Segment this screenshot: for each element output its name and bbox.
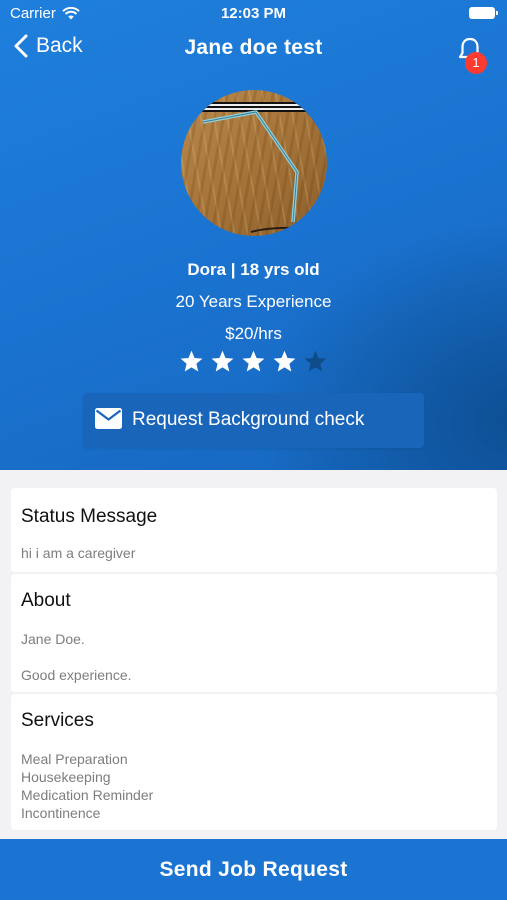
envelope-icon — [95, 408, 122, 429]
star-filled-icon — [211, 350, 234, 372]
background-check-label: Request Background check — [132, 409, 365, 430]
avatar — [181, 90, 327, 236]
battery-icon — [469, 7, 498, 19]
star-filled-icon — [273, 350, 296, 372]
page-title: Jane doe test — [184, 36, 323, 59]
hourly-rate: $20/hrs — [225, 324, 282, 343]
status-bar: Carrier 12:03 PM — [0, 0, 507, 28]
about-line-2: Good experience. — [21, 667, 132, 683]
notification-badge: 1 — [465, 52, 487, 74]
about-title: About — [21, 590, 71, 611]
send-job-request-button[interactable]: Send Job Request — [0, 839, 507, 900]
service-item: Medication Reminder — [21, 787, 154, 803]
navigation-bar: Back Jane doe test 1 — [0, 28, 507, 74]
services-card: Services Meal Preparation Housekeeping M… — [11, 694, 497, 830]
profile-header: Carrier 12:03 PM Back Jane doe test 1 Do… — [0, 0, 507, 470]
service-item: Incontinence — [21, 805, 101, 821]
service-item: Housekeeping — [21, 769, 111, 785]
status-time: 12:03 PM — [220, 5, 287, 22]
experience-text: 20 Years Experience — [175, 292, 332, 311]
star-empty-icon — [304, 350, 327, 372]
avatar-photo-cable — [202, 110, 322, 233]
status-message-text: hi i am a caregiver — [21, 545, 136, 561]
rating-stars — [0, 349, 507, 374]
about-card: About Jane Doe. Good experience. — [11, 574, 497, 692]
caregiver-name-age: Dora | 18 yrs old — [187, 260, 320, 279]
request-background-check-button[interactable]: Request Background check — [83, 393, 424, 448]
services-title: Services — [21, 710, 94, 731]
star-filled-icon — [180, 350, 203, 372]
status-message-title: Status Message — [21, 506, 158, 527]
star-filled-icon — [242, 350, 265, 372]
service-item: Meal Preparation — [21, 751, 128, 767]
about-line-1: Jane Doe. — [21, 631, 85, 647]
status-message-card: Status Message hi i am a caregiver — [11, 488, 497, 572]
